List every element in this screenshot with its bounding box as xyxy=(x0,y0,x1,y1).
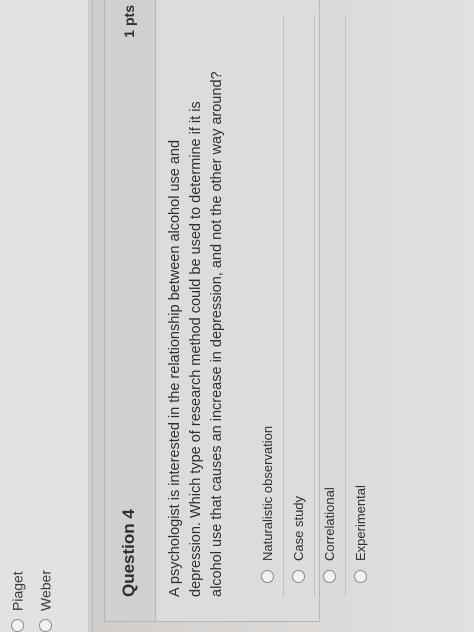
answer-label: Experimental xyxy=(353,485,368,561)
answer-option[interactable]: Experimental xyxy=(346,15,376,597)
radio-button[interactable] xyxy=(323,570,336,583)
rotated-screen: Piaget Weber Question 4 1 pts A psycholo… xyxy=(0,0,474,632)
answer-label: Piaget xyxy=(9,571,26,611)
question-title: Question 4 xyxy=(119,509,138,597)
radio-button[interactable] xyxy=(38,619,52,632)
radio-button[interactable] xyxy=(261,570,274,583)
answer-option[interactable]: Naturalistic observation xyxy=(253,15,284,597)
radio-button[interactable] xyxy=(10,619,24,632)
question-points: 1 pts xyxy=(121,5,137,38)
answer-label: Case study xyxy=(291,495,306,561)
answer-option[interactable]: Piaget xyxy=(8,571,25,632)
answer-option[interactable]: Case study xyxy=(284,15,315,597)
answer-label: Weber xyxy=(37,570,54,611)
previous-question-card: Piaget Weber xyxy=(0,0,88,632)
answer-label: Naturalistic observation xyxy=(260,425,275,561)
divider xyxy=(92,0,93,632)
radio-button[interactable] xyxy=(354,570,367,583)
answer-option[interactable]: Weber xyxy=(36,570,53,632)
question-card: Question 4 1 pts A psychologist is inter… xyxy=(104,0,368,622)
answer-list: Naturalistic observation Case study Corr… xyxy=(253,15,376,597)
question-header: Question 4 1 pts xyxy=(105,0,156,621)
answer-label: Correlational xyxy=(322,487,337,561)
radio-button[interactable] xyxy=(292,570,305,583)
question-text: A psychologist is interested in the rela… xyxy=(167,71,225,597)
answer-option[interactable]: Correlational xyxy=(315,15,346,597)
